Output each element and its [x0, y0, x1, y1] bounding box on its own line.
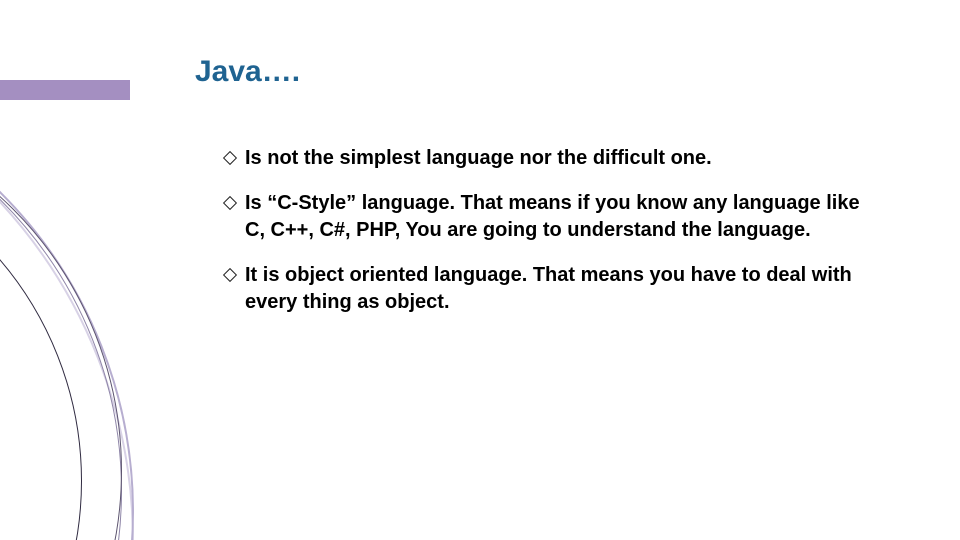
bullet-text: It is object oriented language. That mea…: [245, 264, 852, 313]
diamond-bullet-icon: [223, 268, 237, 282]
bullet-text: Is not the simplest language nor the dif…: [245, 147, 712, 169]
list-item: It is object oriented language. That mea…: [225, 262, 865, 316]
list-item: Is “C-Style” language. That means if you…: [225, 190, 865, 244]
list-item: Is not the simplest language nor the dif…: [225, 145, 865, 172]
diamond-bullet-icon: [223, 151, 237, 165]
diamond-bullet-icon: [223, 196, 237, 210]
bullet-text: Is “C-Style” language. That means if you…: [245, 192, 860, 241]
accent-bar: [0, 80, 130, 100]
slide-body: Is not the simplest language nor the dif…: [225, 145, 865, 334]
slide-title: Java….: [195, 55, 300, 89]
